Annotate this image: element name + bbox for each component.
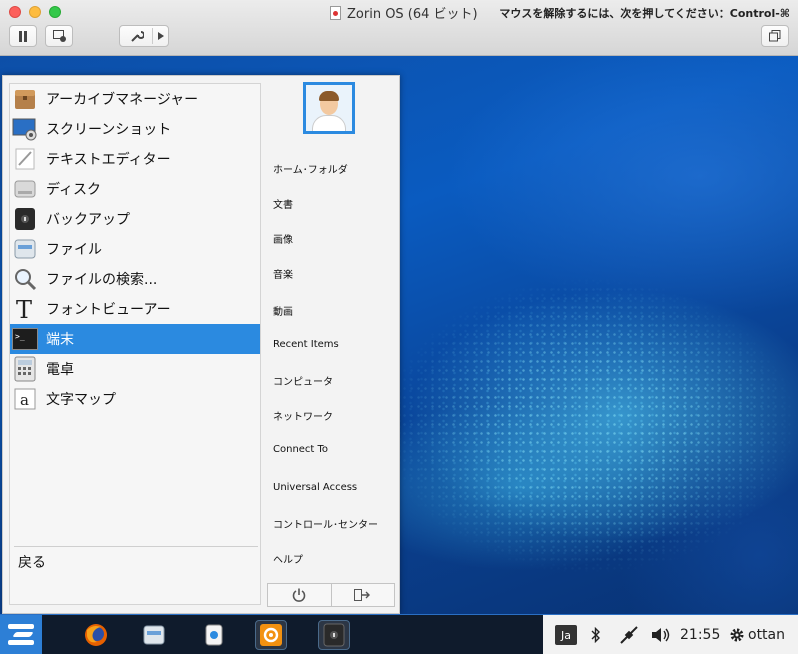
svg-text:T: T (16, 297, 32, 321)
taskbar-backup[interactable] (318, 620, 350, 650)
text-editor-icon (12, 146, 38, 172)
backup-icon (12, 206, 38, 232)
app-item-label: ディスク (46, 182, 102, 198)
search-files-icon (12, 266, 38, 292)
window-title-text: Zorin OS (64 ビット) (347, 7, 478, 22)
app-item-label: アーカイブマネージャー (46, 92, 199, 108)
place-connect-to[interactable]: Connect To (273, 444, 328, 455)
character-map-icon: a (12, 386, 38, 412)
ime-indicator[interactable]: Ja (555, 625, 577, 645)
app-list: アーカイブマネージャー スクリーンショット テキストエディター ディスク バックアップフ… (9, 83, 261, 605)
app-item-disks[interactable]: ディスク (10, 174, 260, 204)
app-item-font-viewer[interactable]: T フォントビューアー (10, 294, 260, 324)
network-wired-icon[interactable] (619, 625, 639, 645)
app-item-label: ファイルの検索... (46, 272, 158, 288)
close-window-button[interactable] (9, 6, 21, 18)
snapshot-button[interactable] (45, 25, 73, 47)
start-menu: アーカイブマネージャー スクリーンショット テキストエディター ディスク バックアップフ… (2, 75, 400, 614)
clock[interactable]: 21:55 (680, 627, 720, 643)
minimize-window-button[interactable] (29, 6, 41, 18)
window-title: Zorin OS (64 ビット) (330, 3, 478, 22)
maximize-window-button[interactable] (49, 6, 61, 18)
place-control-center[interactable]: コントロール･センター (273, 516, 378, 531)
place-pictures[interactable]: 画像 (273, 231, 293, 246)
font-viewer-icon: T (12, 296, 38, 322)
logout-icon (353, 589, 370, 601)
taskbar-files[interactable] (138, 620, 170, 650)
place-music[interactable]: 音楽 (273, 266, 293, 281)
bluetooth-icon[interactable] (591, 627, 601, 643)
app-item-label: 電卓 (46, 362, 74, 378)
place-documents[interactable]: 文書 (273, 196, 293, 211)
taskbar-settings[interactable] (255, 620, 287, 650)
window-restore-icon (769, 30, 781, 42)
place-universal-access[interactable]: Universal Access (273, 482, 357, 493)
app-item-calculator[interactable]: 電卓 (10, 354, 260, 384)
app-item-text-editor[interactable]: テキストエディター (10, 144, 260, 174)
app-item-label: バックアップ (46, 212, 130, 228)
user-avatar[interactable] (303, 82, 355, 134)
place-home-folder[interactable]: ホーム･フォルダ (273, 161, 348, 176)
mouse-release-hint: マウスを解除するには、次を押してください：Control-⌘ (499, 7, 790, 20)
calculator-icon (12, 356, 38, 382)
pause-icon (19, 30, 27, 42)
app-item-label: ファイル (46, 242, 102, 258)
app-item-terminal[interactable]: >_ 端末 (10, 324, 260, 354)
logout-button[interactable] (332, 584, 395, 606)
software-center-icon (205, 624, 223, 646)
system-settings-icon (260, 624, 282, 646)
window-titlebar: Zorin OS (64 ビット) マウスを解除するには、次を押してください：C… (0, 0, 798, 56)
terminal-icon: >_ (12, 326, 38, 352)
vm-document-icon (330, 5, 341, 20)
app-item-label: フォントビューアー (46, 302, 171, 318)
app-item-search-files[interactable]: ファイルの検索... (10, 264, 260, 294)
app-item-label: スクリーンショット (46, 122, 172, 138)
app-item-screenshot[interactable]: スクリーンショット (10, 114, 260, 144)
back-button[interactable]: 戻る (18, 552, 46, 572)
app-item-character-map[interactable]: a 文字マップ (10, 384, 260, 414)
app-item-label: テキストエディター (46, 152, 171, 168)
snapshot-icon (52, 30, 66, 42)
app-item-files[interactable]: ファイル (10, 234, 260, 264)
app-item-label: 端末 (46, 332, 74, 348)
place-help[interactable]: ヘルプ (273, 551, 303, 566)
files-icon (12, 236, 38, 262)
volume-icon[interactable] (651, 627, 671, 643)
power-icon (292, 588, 306, 602)
place-network[interactable]: ネットワーク (273, 408, 333, 423)
pause-button[interactable] (9, 25, 37, 47)
settings-button[interactable] (119, 25, 169, 47)
backup-icon (323, 623, 345, 647)
wrench-icon (131, 31, 144, 42)
user-name[interactable]: ottan (748, 627, 785, 643)
taskbar-software[interactable] (198, 620, 230, 650)
place-videos[interactable]: 動画 (273, 303, 293, 318)
taskbar: Ja 21:55 ottan (0, 614, 798, 654)
zorin-logo-icon (8, 624, 38, 646)
archive-manager-icon (12, 86, 38, 112)
place-recent-items[interactable]: Recent Items (273, 339, 339, 350)
firefox-icon (85, 624, 107, 646)
svg-text:a: a (20, 391, 29, 409)
files-icon (143, 625, 165, 645)
disks-icon (12, 176, 38, 202)
triangle-right-icon[interactable] (158, 32, 164, 40)
screenshot-icon (12, 116, 38, 142)
place-computer[interactable]: コンピュータ (273, 373, 333, 388)
app-item-backup[interactable]: バックアップ (10, 204, 260, 234)
system-tray: Ja 21:55 ottan (543, 615, 798, 654)
taskbar-firefox[interactable] (80, 620, 112, 650)
power-bar (267, 583, 395, 607)
power-button[interactable] (268, 584, 332, 606)
svg-text:>_: >_ (15, 332, 25, 341)
app-item-label: 文字マップ (46, 392, 116, 408)
zorin-menu-button[interactable] (0, 615, 70, 654)
app-item-archive-manager[interactable]: アーカイブマネージャー (10, 84, 260, 114)
gear-icon[interactable] (729, 627, 745, 643)
window-restore-button[interactable] (761, 25, 789, 47)
